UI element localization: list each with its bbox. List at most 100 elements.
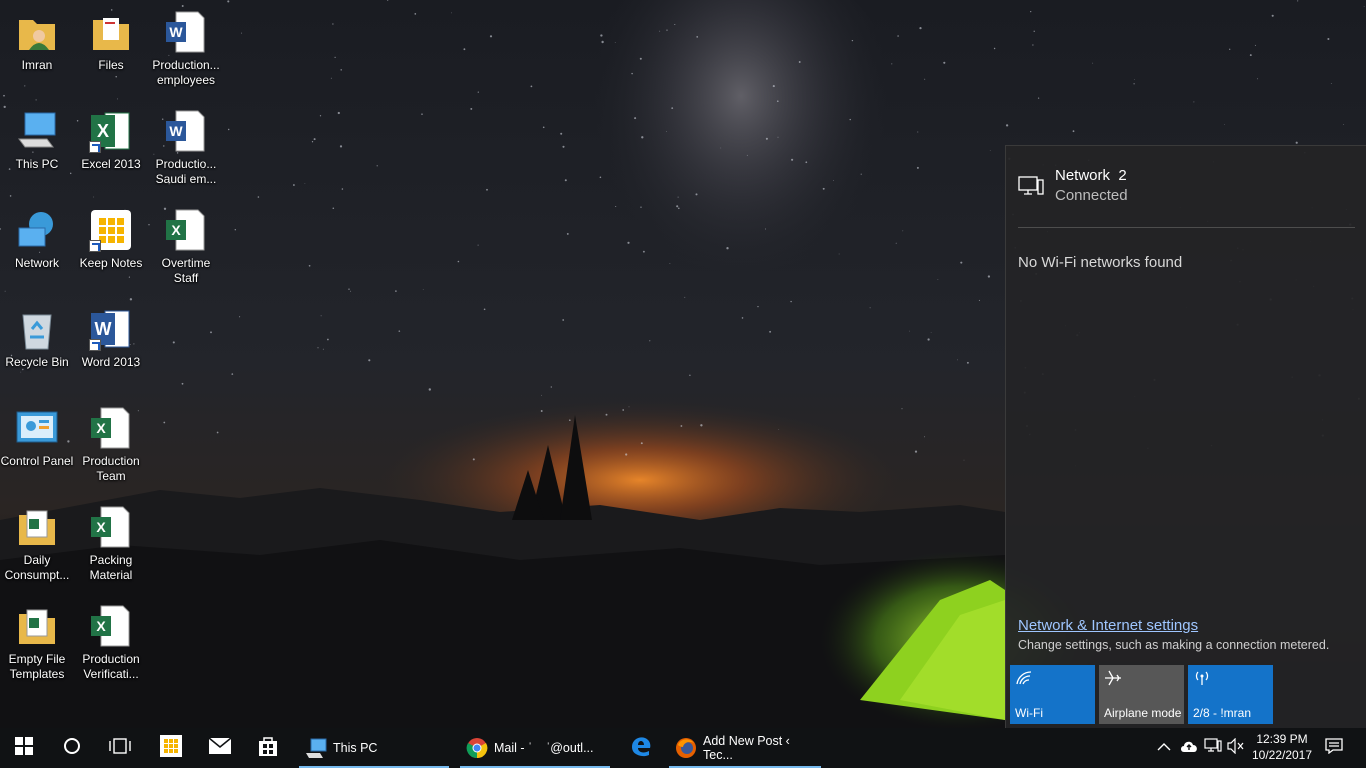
desktop-icon-label: Daily Consumpt... [4,553,70,582]
taskbar-app-label: Add New Post ‹ Tec... [703,734,790,762]
star [772,85,775,88]
star [987,275,991,278]
star [234,229,236,231]
star [805,161,808,164]
keep-notes-taskbar-button[interactable] [147,728,195,768]
star [348,288,350,290]
desktop-icon-production-employees[interactable]: W Production... employees [149,2,223,94]
svg-text:X: X [96,420,106,436]
desktop-icon-label: Production Team [82,454,140,483]
star [1092,62,1094,64]
desktop-icon-packing-material[interactable]: X Packing Material [74,497,148,589]
star [849,118,851,121]
star [649,340,651,342]
desktop-icon-imran[interactable]: Imran [0,2,74,94]
mobile-hotspot-toggle[interactable]: 2/8 - !mran [1188,665,1273,724]
star [1343,124,1345,125]
network-settings-description: Change settings, such as making a connec… [1018,638,1330,652]
network-tray-icon[interactable] [1202,728,1224,768]
star [239,316,241,318]
star [1363,6,1365,8]
star [916,166,919,169]
star [1193,101,1195,103]
star [615,205,617,208]
star [1133,83,1135,85]
star [666,29,668,31]
star [924,78,926,80]
airplane-mode-toggle[interactable]: Airplane mode [1099,665,1184,724]
desktop-icon-overtime-staff[interactable]: X Overtime Staff [149,200,223,292]
star [334,56,336,58]
star [600,34,603,37]
mobile-hotspot-icon [1193,670,1211,686]
task-view-button[interactable] [96,728,144,768]
desktop-icon-daily-consumption[interactable]: Daily Consumpt... [0,497,74,589]
desktop-icon-production-verification[interactable]: X Production Verificati... [74,596,148,688]
star [337,111,340,115]
star [798,61,801,63]
taskbar-app-firefox[interactable]: Add New Post ‹ Tec... [669,728,821,768]
star [741,317,744,319]
keep-notes-icon [89,208,133,252]
svg-text:W: W [169,24,183,40]
word-document-icon: W [164,109,208,153]
star [292,184,295,186]
star [313,138,316,141]
notification-icon [1325,737,1343,759]
network-connection-entry[interactable]: Network 2 Connected [1018,164,1358,228]
star [833,180,834,181]
star [1254,44,1256,46]
star [1295,141,1298,144]
star [350,290,352,292]
desktop-icon-word-2013[interactable]: W Word 2013 [74,299,148,391]
network-settings-link[interactable]: Network & Internet settings [1018,617,1198,634]
desktop-icon-control-panel[interactable]: Control Panel [0,398,74,490]
network-icon [15,208,59,252]
show-hidden-icons-button[interactable] [1154,728,1174,768]
file-explorer-icon [305,737,327,759]
excel-document-icon: X [164,208,208,252]
desktop-icon-files[interactable]: Files [74,2,148,94]
desktop-icon-label: Network [14,256,59,270]
user-folder-icon [15,10,59,54]
desktop-icon-excel-2013[interactable]: X Excel 2013 [74,101,148,193]
star [769,330,772,333]
star [746,154,748,156]
mail-taskbar-button[interactable] [196,728,244,768]
desktop-icon-recycle-bin[interactable]: Recycle Bin [0,299,74,391]
star [477,91,479,93]
star [1330,83,1332,84]
star [914,450,918,453]
star [891,63,893,65]
desktop-icon-keep-notes[interactable]: Keep Notes [74,200,148,292]
taskbar-app-chrome-mail[interactable]: Mail - ˈ ˈ@outl... [460,728,610,768]
star [562,145,565,148]
onedrive-tray-icon[interactable] [1177,728,1201,768]
quick-actions: Wi-Fi Airplane mode 2/8 - !mran [1010,665,1366,725]
action-center-button[interactable] [1320,728,1348,768]
no-wifi-message: No Wi-Fi networks found [1018,254,1183,271]
desktop-icon-this-pc[interactable]: This PC [0,101,74,193]
star [778,429,780,430]
taskbar-app-edge[interactable] [617,728,665,768]
taskbar-clock[interactable]: 12:39 PM 10/22/2017 [1244,731,1320,763]
desktop-icon-label: Production... employees [152,58,220,87]
star [776,100,779,103]
star [457,260,460,263]
desktop-icon-network[interactable]: Network [0,200,74,292]
wifi-icon [1015,670,1033,686]
star [1229,48,1231,50]
taskbar-app-this-pc[interactable]: This PC [299,728,449,768]
star [897,35,899,37]
star [311,141,314,143]
start-button[interactable] [0,728,48,768]
desktop-icon-production-team[interactable]: X Production Team [74,398,148,490]
star [993,47,996,50]
desktop-icon-empty-file-templates[interactable]: Empty File Templates [0,596,74,688]
wifi-toggle[interactable]: Wi-Fi [1010,665,1095,724]
star [680,425,683,427]
cortana-search-button[interactable] [48,728,96,768]
store-taskbar-button[interactable] [244,728,292,768]
star [777,136,779,138]
desktop-icon-productio-saudi[interactable]: W Productio... Saudi em... [149,101,223,193]
